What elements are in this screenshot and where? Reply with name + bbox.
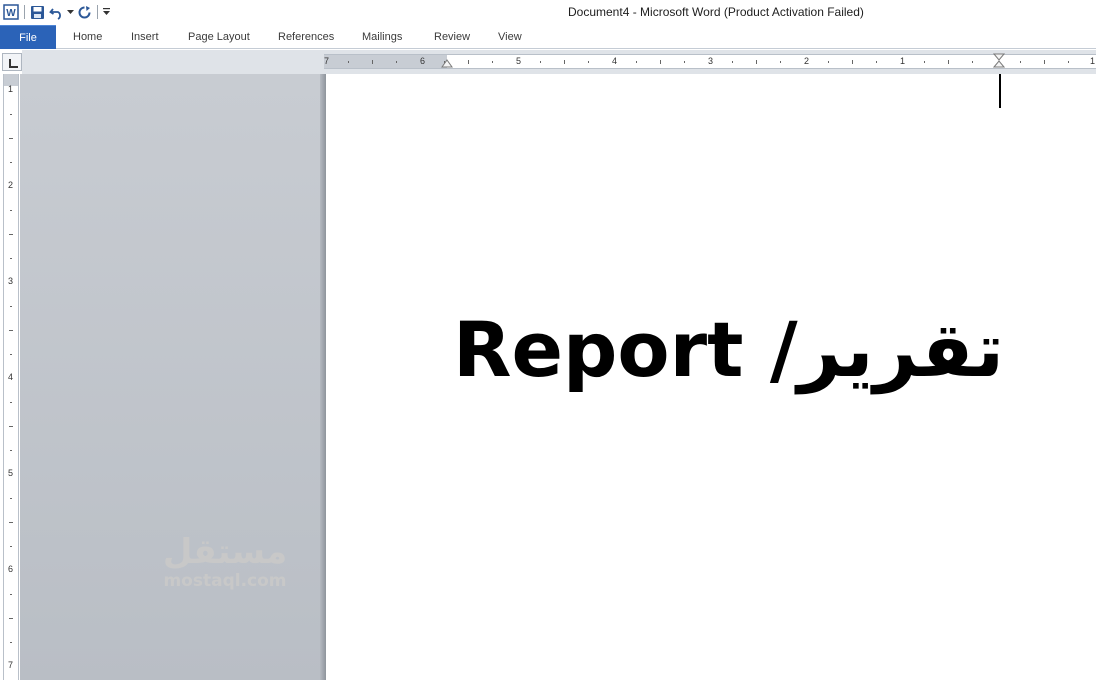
tab-page-layout[interactable]: Page Layout <box>182 25 256 49</box>
tab-view[interactable]: View <box>492 25 528 49</box>
window-title: Document4 - Microsoft Word (Product Acti… <box>568 5 864 19</box>
watermark-arabic: مستقل <box>162 532 288 572</box>
ruler-ticks <box>9 114 13 643</box>
left-indent-marker-icon[interactable] <box>441 56 453 68</box>
tab-insert[interactable]: Insert <box>125 25 165 49</box>
undo-dropdown-icon[interactable] <box>66 3 74 21</box>
tab-selector-button[interactable] <box>2 53 22 71</box>
word-icon[interactable]: W <box>2 3 20 21</box>
tab-mailings[interactable]: Mailings <box>356 25 408 49</box>
quick-access-toolbar: W <box>2 3 112 21</box>
qat-separator <box>97 5 98 19</box>
save-icon[interactable] <box>28 3 46 21</box>
tab-references[interactable]: References <box>272 25 340 49</box>
tab-home[interactable]: Home <box>67 25 108 49</box>
mostaql-watermark: مستقل mostaql.com <box>155 533 295 591</box>
document-heading[interactable]: تقرير/ Report <box>453 312 1004 388</box>
svg-text:W: W <box>6 8 16 19</box>
ruler-ticks <box>348 60 1069 64</box>
right-indent-marker-icon[interactable] <box>993 53 1005 69</box>
tab-file[interactable]: File <box>0 25 56 49</box>
text-cursor <box>999 74 1001 108</box>
vertical-ruler[interactable]: 1 2 3 4 5 6 7 <box>3 74 19 680</box>
title-bar: W Document4 - Microsoft Word (Product Ac… <box>0 0 1096 25</box>
horizontal-ruler[interactable]: 7 6 5 4 3 2 1 1 <box>324 53 1096 69</box>
customize-qat-icon[interactable] <box>101 3 111 21</box>
tab-review[interactable]: Review <box>428 25 476 49</box>
ribbon-tab-bar: File Home Insert Page Layout References … <box>0 25 1096 49</box>
qat-separator <box>24 5 25 19</box>
document-page[interactable]: تقرير/ Report <box>326 74 1096 680</box>
undo-icon[interactable] <box>47 3 65 21</box>
redo-icon[interactable] <box>75 3 93 21</box>
watermark-latin: mostaql.com <box>163 571 287 591</box>
